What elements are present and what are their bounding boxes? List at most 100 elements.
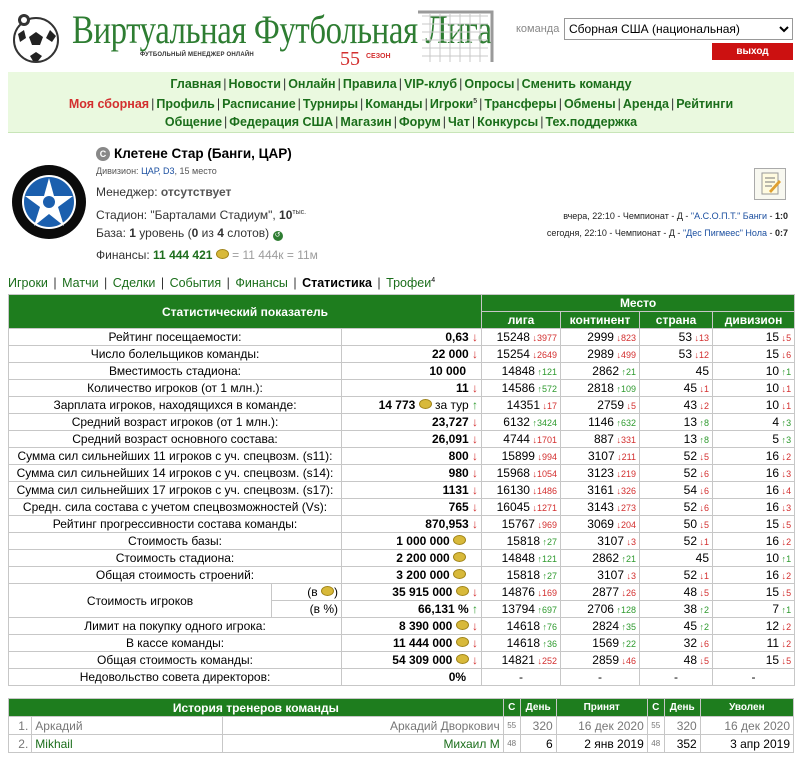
nav-link[interactable]: Сменить команду [522, 77, 632, 91]
place-cell: 54 ↓6 [639, 481, 714, 499]
division-link[interactable]: ЦАР, D3 [141, 166, 174, 176]
subnav-separator: | [100, 276, 111, 290]
sublabel-end: ) [334, 585, 338, 599]
place-change: 2 [704, 622, 710, 632]
nav-separator: | [516, 77, 520, 91]
stadium-capacity-unit: тыс. [292, 209, 307, 216]
manager-info: Менеджер: отсутствует [96, 185, 231, 199]
coach-login[interactable]: Аркадий [31, 716, 223, 735]
stat-value: 26,091 ↓ [340, 430, 483, 448]
nav-link[interactable]: Игроки [430, 97, 473, 111]
nav-link[interactable]: Рейтинги [676, 97, 733, 111]
nav-link[interactable]: Моя сборная [69, 97, 149, 111]
team-name: Клетене Стар (Банги, ЦАР) [114, 146, 292, 161]
subnav-item[interactable]: Сделки [113, 276, 156, 290]
logo-mascot-icon[interactable] [4, 6, 66, 64]
subnav-item[interactable]: Игроки [8, 276, 48, 290]
coach-login[interactable]: Mikhail [31, 734, 223, 753]
rank-down-icon: ↓ [613, 486, 621, 496]
stats-col-header: лига [481, 311, 562, 329]
rank-down-icon: ↓ [529, 486, 537, 496]
stats-row: Количество игроков (от 1 млн.): 11 ↓ 14586… [8, 379, 796, 397]
rank-up-icon: ↑ [779, 367, 787, 377]
rank-up-icon: ↑ [619, 367, 627, 377]
subnav-item[interactable]: Статистика [302, 276, 372, 290]
rank-down-icon: ↓ [692, 350, 700, 360]
subnav-item[interactable]: События [170, 276, 222, 290]
nav-link[interactable]: Расписание [222, 97, 296, 111]
nav-link[interactable]: Опросы [464, 77, 514, 91]
stats-row: Средн. сила состава с учетом спецвозможн… [8, 498, 796, 516]
place-value: 45 [683, 381, 697, 395]
place-cell: 16 ↓2 [712, 447, 796, 465]
nav-link[interactable]: Федерация США [229, 115, 333, 129]
stadium-name[interactable]: "Барталами Стадиум" [150, 208, 272, 222]
nav-link[interactable]: Профиль [156, 97, 215, 111]
nav-link[interactable]: Конкурсы [477, 115, 538, 129]
match-sep: - [766, 211, 775, 221]
nav-link[interactable]: Турниры [303, 97, 358, 111]
nav-separator: | [442, 115, 446, 130]
nav-link[interactable]: Трансферы [484, 97, 556, 111]
trend-down-icon: ↓ [468, 619, 479, 633]
nav-link[interactable]: VIP-клуб [404, 77, 457, 91]
nav-link[interactable]: Общение [165, 115, 222, 129]
nav-link[interactable]: Главная [170, 77, 221, 91]
nav-link[interactable]: Форум [399, 115, 441, 129]
nav-link[interactable]: Новости [229, 77, 281, 91]
place-change: 35 [626, 622, 637, 632]
match-score[interactable]: 0:7 [775, 228, 788, 238]
subnav-item[interactable]: Трофеи [386, 276, 431, 290]
match-score[interactable]: 1:0 [775, 211, 788, 221]
place-cell: 3069 ↓204 [560, 515, 641, 533]
finances-value: 11 444 421 [153, 248, 213, 262]
place-cell: 2877 ↓26 [560, 583, 641, 601]
place-value: 15818 [506, 534, 540, 548]
stat-value: 10 000 [340, 362, 483, 380]
nav-link[interactable]: Магазин [340, 115, 391, 129]
place-cell: 2862 ↑21 [560, 549, 641, 567]
base-info: База: 1 уровень (0 из 4 слотов) ↺ [96, 226, 283, 241]
stat-value-text: 1131 [442, 483, 469, 497]
place-value: 3107 [587, 449, 615, 463]
place-change: 6 [786, 350, 792, 360]
nav-link[interactable]: Правила [343, 77, 397, 91]
rank-down-icon: ↓ [779, 469, 787, 479]
stat-label: Недовольство совета директоров: [8, 668, 342, 686]
match-opponent-link[interactable]: "Дес Пигмеес" Нола [683, 228, 767, 238]
subnav-item[interactable]: Матчи [62, 276, 98, 290]
base-label: База: [96, 226, 130, 240]
stats-col-header: страна [639, 311, 714, 329]
coach-name[interactable]: Аркадий Дворкович [221, 716, 504, 735]
place-change: 2 [786, 452, 792, 462]
match-when: сегодня, 22:10 - Чемпионат - Д - [546, 228, 683, 238]
nav-link[interactable]: Онлайн [288, 77, 335, 91]
place-value: 50 [683, 517, 697, 531]
trend-down-icon: ↓ [468, 653, 479, 667]
rank-down-icon: ↓ [619, 656, 627, 666]
place-value: 16 [765, 534, 780, 548]
nav-link[interactable]: Чат [448, 115, 470, 129]
place-cell: 52 ↓6 [639, 498, 714, 516]
match-opponent-link[interactable]: "А.С.О.П.Т." Банги [691, 211, 767, 221]
rank-down-icon: ↓ [614, 452, 622, 462]
nav-link[interactable]: Аренда [623, 97, 669, 111]
nav-link[interactable]: Тех.поддержка [545, 115, 637, 129]
place-cell: 12 ↓2 [712, 617, 796, 635]
team-select[interactable]: Сборная США (национальная) [564, 18, 793, 40]
place-value: 2706 [587, 602, 614, 616]
document-icon[interactable] [754, 168, 786, 200]
place-value: 3107 [597, 534, 624, 548]
nav-link[interactable]: Команды [365, 97, 422, 111]
coach-name[interactable]: Михаил М [221, 734, 504, 753]
place-change: 5 [704, 656, 710, 666]
base-settings-icon[interactable]: ↺ [272, 231, 283, 241]
nav-link[interactable]: Обмены [564, 97, 616, 111]
stat-label: Рейтинг прогрессивности состава команды: [8, 515, 342, 533]
nav-separator: | [223, 77, 227, 91]
rank-down-icon: ↓ [624, 401, 632, 411]
place-cell: 2999 ↓823 [560, 328, 641, 346]
logout-button[interactable]: выход [712, 43, 793, 60]
stat-label: Стоимость стадиона: [8, 549, 342, 567]
subnav-item[interactable]: Финансы [235, 276, 287, 290]
